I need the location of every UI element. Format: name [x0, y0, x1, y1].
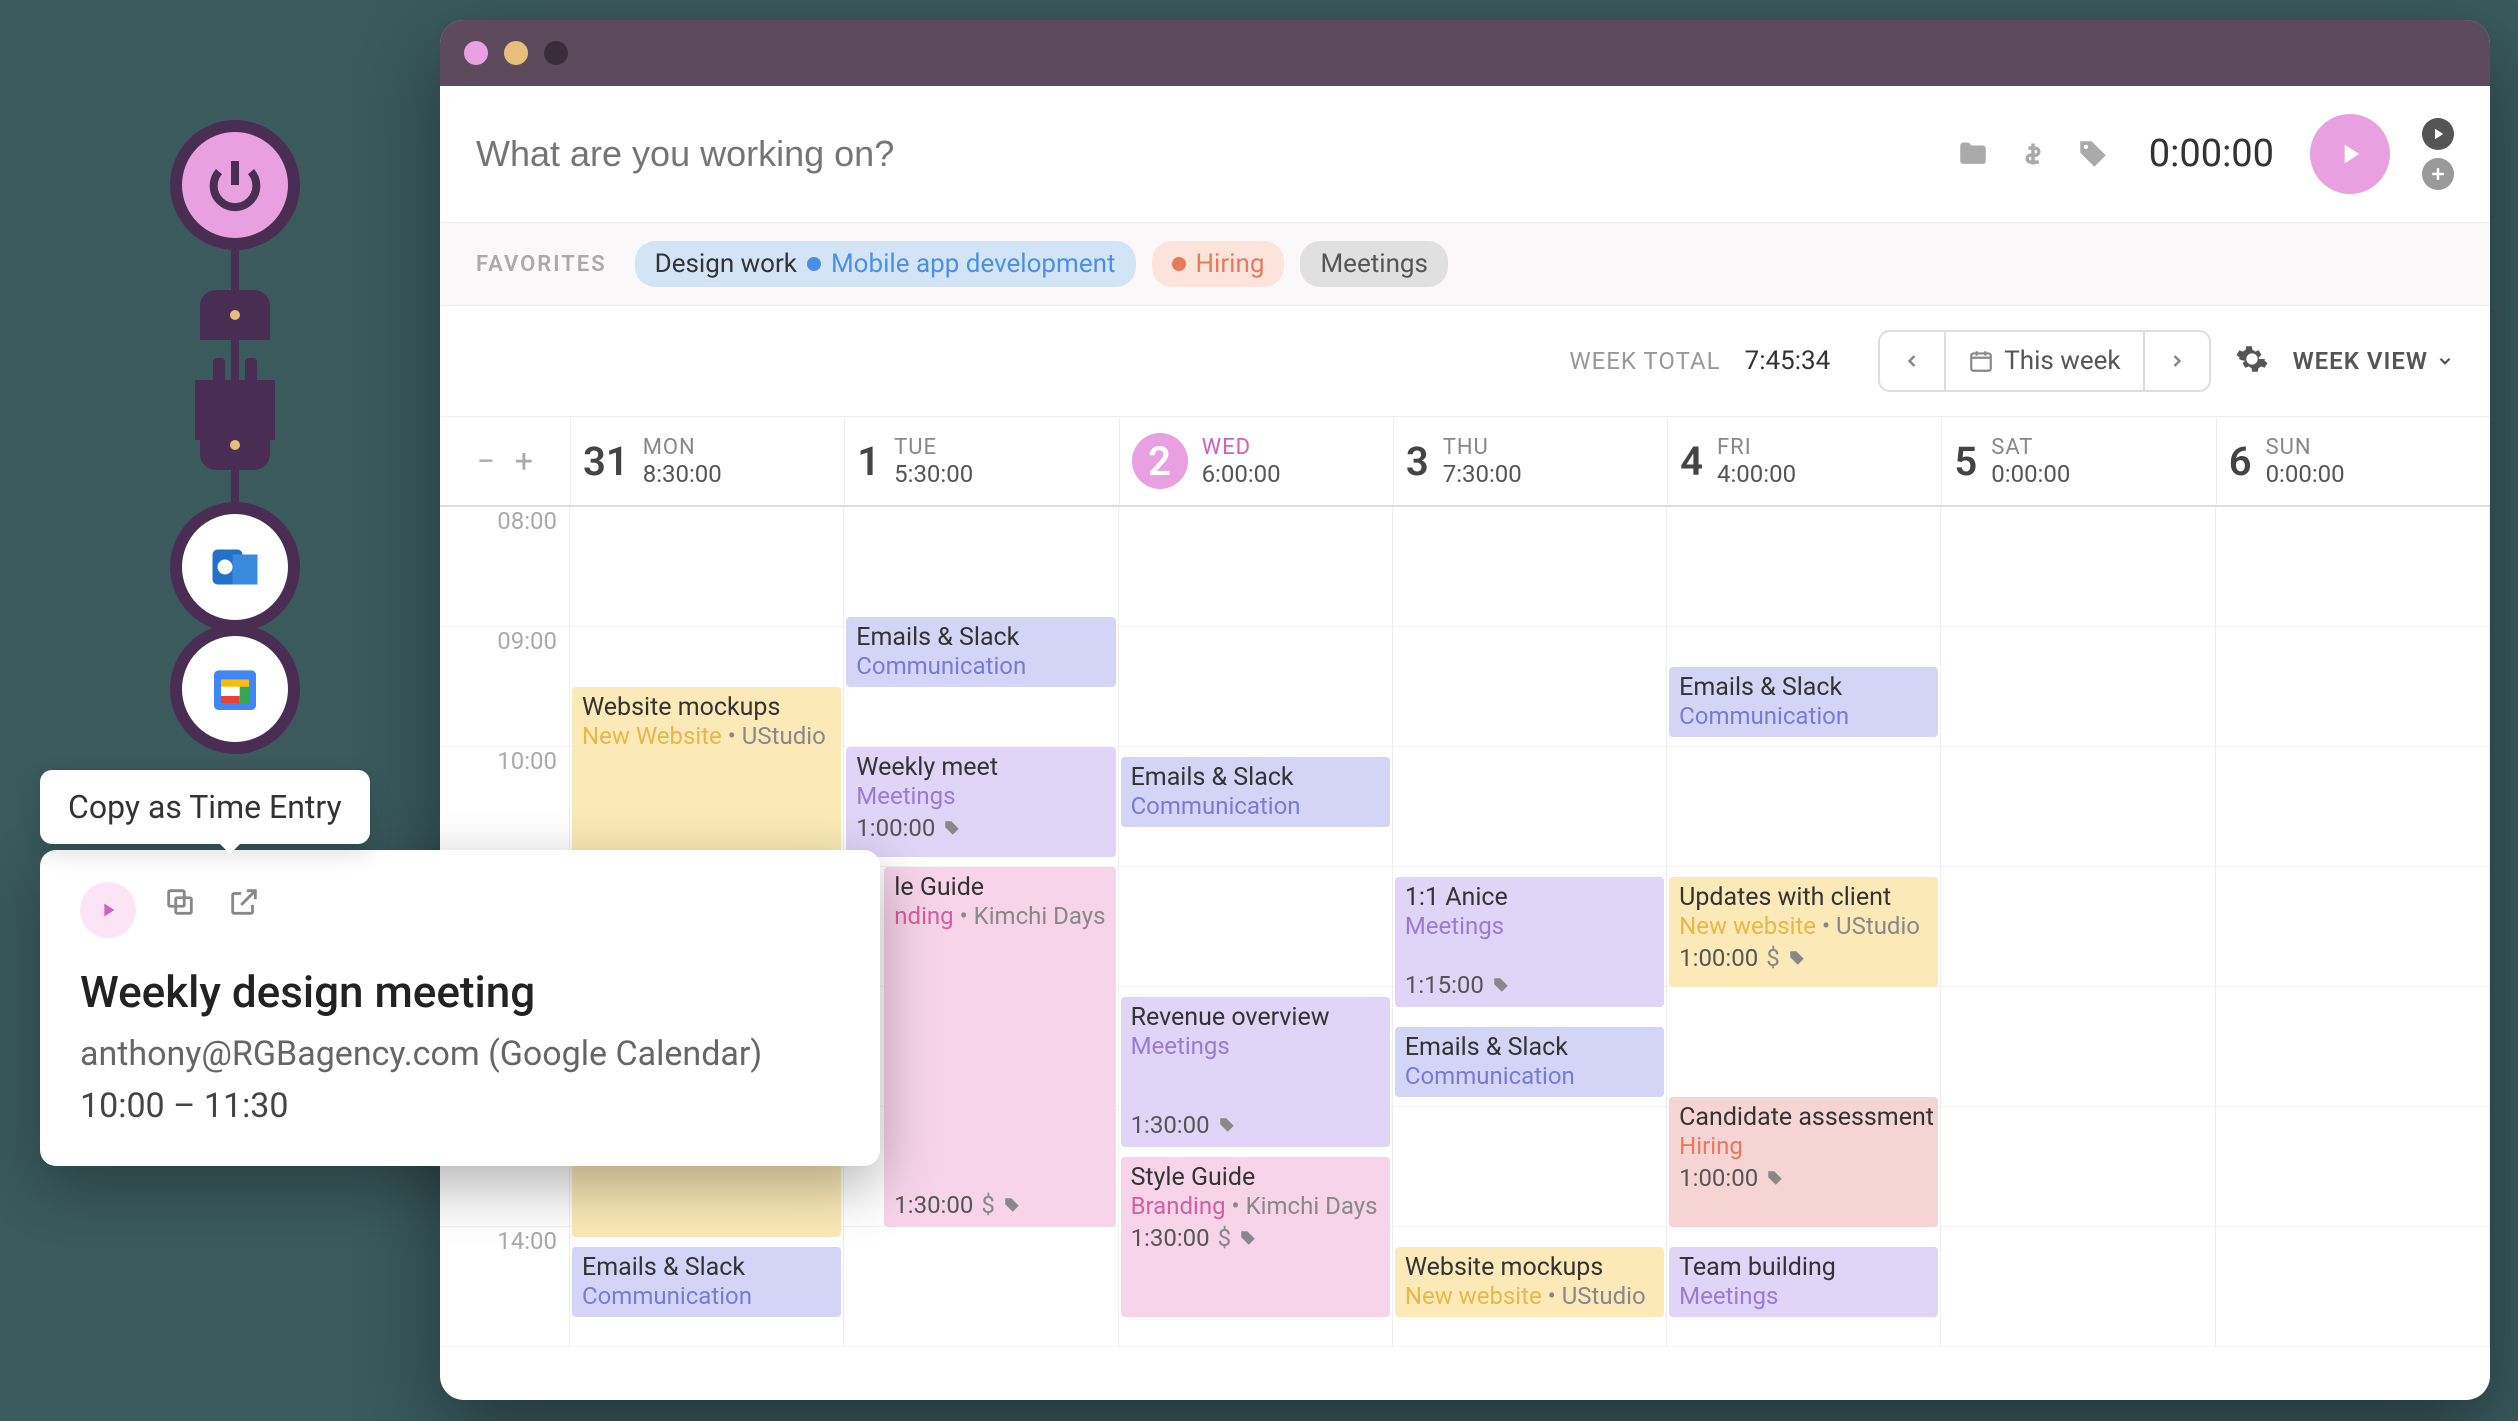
- day-column-fri[interactable]: Emails & Slack Communication Updates wit…: [1667, 507, 1941, 1347]
- day-header-sun[interactable]: 6 SUN0:00:00: [2216, 417, 2490, 505]
- timer-bar: 0:00:00: [440, 86, 2490, 222]
- time-entry[interactable]: 1:1 Anice Meetings 1:15:00: [1395, 877, 1664, 1007]
- time-entry[interactable]: Style Guide Branding • Kimchi Days 1:30:…: [1121, 1157, 1390, 1317]
- prev-week-button[interactable]: [1880, 332, 1946, 390]
- open-external-icon[interactable]: [224, 882, 264, 922]
- time-entry[interactable]: Candidate assessment Hiring 1:00:00: [1669, 1097, 1938, 1227]
- tag-icon[interactable]: [2073, 134, 2113, 174]
- date-nav: This week: [1878, 330, 2210, 392]
- day-header-sat[interactable]: 5 SAT0:00:00: [1941, 417, 2215, 505]
- zoom-in-button[interactable]: +: [509, 442, 539, 480]
- event-title: Weekly design meeting: [80, 966, 840, 1018]
- next-week-button[interactable]: [2145, 332, 2209, 390]
- app-window: 0:00:00 FAVORITES Design work Mobile app…: [440, 20, 2490, 1400]
- day-header-thu[interactable]: 3 THU7:30:00: [1393, 417, 1667, 505]
- time-entry[interactable]: Revenue overview Meetings 1:30:00: [1121, 997, 1390, 1147]
- event-source: anthony@RGBagency.com (Google Calendar): [80, 1034, 840, 1074]
- day-column-thu[interactable]: 1:1 Anice Meetings 1:15:00 Emails & Slac…: [1393, 507, 1667, 1347]
- plug-socket-icon: [200, 290, 270, 340]
- event-time: 10:00 – 11:30: [80, 1086, 840, 1126]
- event-popup: Copy as Time Entry Weekly design meeting…: [40, 850, 880, 1166]
- manual-mode-button[interactable]: [2422, 158, 2454, 190]
- task-input[interactable]: [476, 133, 1933, 175]
- time-entry[interactable]: le Guide nding • Kimchi Days 1:30:00 $: [884, 867, 1115, 1227]
- day-column-tue[interactable]: Emails & Slack Communication Weekly meet…: [844, 507, 1118, 1347]
- copy-tooltip: Copy as Time Entry: [40, 770, 370, 844]
- calendar-icon: [1968, 348, 1994, 374]
- toggl-power-button[interactable]: [170, 120, 300, 250]
- day-column-sat[interactable]: [1941, 507, 2215, 1347]
- chevron-down-icon: [2436, 352, 2454, 370]
- week-total-value: 7:45:34: [1745, 346, 1831, 376]
- copy-icon[interactable]: [160, 882, 200, 922]
- day-header-fri[interactable]: 4 FRI4:00:00: [1667, 417, 1941, 505]
- time-entry[interactable]: Emails & Slack Communication: [572, 1247, 841, 1317]
- billable-icon: $: [981, 1191, 995, 1219]
- day-header-wed[interactable]: 2 WED6:00:00: [1119, 417, 1393, 505]
- billable-icon: $: [1218, 1224, 1232, 1252]
- close-window-button[interactable]: [464, 41, 488, 65]
- time-entry[interactable]: Emails & Slack Communication: [1121, 757, 1390, 827]
- timer-display: 0:00:00: [2149, 132, 2274, 176]
- minimize-window-button[interactable]: [504, 41, 528, 65]
- tag-icon: [1239, 1229, 1257, 1247]
- view-selector[interactable]: WEEK VIEW: [2293, 347, 2454, 375]
- day-column-wed[interactable]: Emails & Slack Communication Revenue ove…: [1119, 507, 1393, 1347]
- week-total-label: WEEK TOTAL: [1569, 347, 1720, 375]
- time-entry[interactable]: Team building Meetings: [1669, 1247, 1938, 1317]
- time-entry[interactable]: Weekly meet Meetings 1:00:00: [846, 747, 1115, 857]
- settings-button[interactable]: [2235, 342, 2269, 380]
- integration-sidebar: [170, 120, 300, 754]
- tag-icon: [943, 819, 961, 837]
- favorite-hiring[interactable]: Hiring: [1152, 241, 1285, 287]
- calendar-toolbar: WEEK TOTAL 7:45:34 This week WEEK VIEW: [440, 306, 2490, 417]
- week-range-button[interactable]: This week: [1946, 332, 2144, 390]
- google-calendar-integration-button[interactable]: [170, 624, 300, 754]
- favorite-meetings[interactable]: Meetings: [1300, 241, 1447, 287]
- folder-icon[interactable]: [1953, 134, 1993, 174]
- tag-icon: [1766, 1169, 1784, 1187]
- time-entry[interactable]: Website mockups New website • UStudio: [1395, 1247, 1664, 1317]
- billable-icon: $: [1766, 944, 1780, 972]
- start-timer-button[interactable]: [80, 882, 136, 938]
- billable-icon[interactable]: [2013, 134, 2053, 174]
- day-header-mon[interactable]: 31 MON8:30:00: [570, 417, 844, 505]
- plug-icon: [195, 380, 275, 440]
- favorites-bar: FAVORITES Design work Mobile app develop…: [440, 222, 2490, 306]
- day-column-sun[interactable]: [2216, 507, 2490, 1347]
- window-titlebar: [440, 20, 2490, 86]
- time-entry[interactable]: Emails & Slack Communication: [846, 617, 1115, 687]
- timer-mode-button[interactable]: [2422, 118, 2454, 150]
- tag-icon: [1788, 949, 1806, 967]
- day-header-tue[interactable]: 1 TUE5:30:00: [844, 417, 1118, 505]
- connector-line: [231, 250, 239, 290]
- time-entry[interactable]: Emails & Slack Communication: [1395, 1027, 1664, 1097]
- tag-icon: [1492, 976, 1510, 994]
- zoom-out-button[interactable]: −: [471, 442, 501, 480]
- favorite-design-work[interactable]: Design work Mobile app development: [635, 241, 1136, 287]
- time-entry[interactable]: Emails & Slack Communication: [1669, 667, 1938, 737]
- connector-line: [231, 340, 239, 380]
- time-entry[interactable]: Updates with client New website • UStudi…: [1669, 877, 1938, 987]
- tag-icon: [1218, 1116, 1236, 1134]
- maximize-window-button[interactable]: [544, 41, 568, 65]
- tag-icon: [1003, 1196, 1021, 1214]
- days-header: − + 31 MON8:30:00 1 TUE5:30:00 2 WED6:00…: [440, 417, 2490, 507]
- start-timer-main-button[interactable]: [2310, 114, 2390, 194]
- favorites-label: FAVORITES: [476, 252, 607, 277]
- outlook-integration-button[interactable]: [170, 502, 300, 632]
